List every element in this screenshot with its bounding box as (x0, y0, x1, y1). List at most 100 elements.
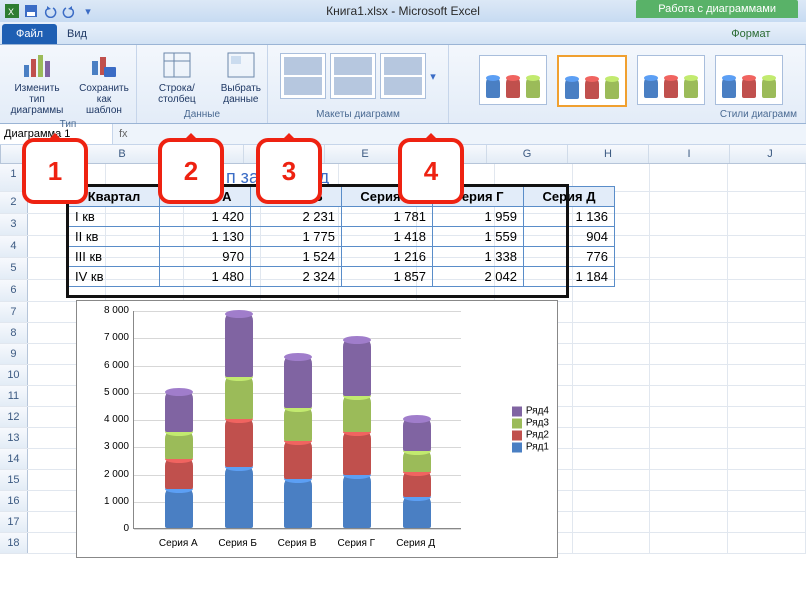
cell[interactable] (728, 407, 806, 427)
cell[interactable] (650, 449, 728, 469)
embedded-chart[interactable]: 01 0002 0003 0004 0005 0006 0007 0008 00… (76, 300, 558, 558)
row-header[interactable]: 17 (0, 512, 28, 532)
cell[interactable] (650, 236, 728, 257)
cell[interactable] (728, 280, 806, 301)
cell[interactable] (728, 164, 806, 191)
cell[interactable] (728, 491, 806, 511)
cell[interactable] (650, 470, 728, 490)
layout-thumb-2[interactable] (330, 53, 376, 99)
column-header[interactable]: G (487, 145, 568, 163)
cell[interactable] (728, 214, 806, 235)
row-header[interactable]: 11 (0, 386, 28, 406)
row-header[interactable]: 7 (0, 302, 28, 322)
cell[interactable] (650, 533, 728, 553)
save-icon[interactable] (23, 3, 39, 19)
save-as-template-button[interactable]: Сохранить как шаблон (76, 47, 132, 118)
cell[interactable] (728, 365, 806, 385)
style-thumb-1[interactable] (479, 55, 547, 105)
cell[interactable] (650, 491, 728, 511)
style-thumb-3[interactable] (637, 55, 705, 105)
tab-Формат[interactable]: Формат (721, 24, 806, 44)
cell[interactable] (573, 449, 651, 469)
cell[interactable] (728, 192, 806, 213)
data-table[interactable]: КварталСерия АСерия БСерия ВСерия ГСерия… (68, 186, 615, 287)
select-data-button[interactable]: Выбрать данные (219, 47, 263, 107)
cell[interactable] (728, 258, 806, 279)
y-tick-label: 1 000 (91, 496, 129, 507)
row-header[interactable]: 4 (0, 236, 28, 257)
redo-icon[interactable] (61, 3, 77, 19)
row-header[interactable]: 8 (0, 323, 28, 343)
cell[interactable] (573, 470, 651, 490)
row-header[interactable]: 13 (0, 428, 28, 448)
row-header[interactable]: 15 (0, 470, 28, 490)
cell[interactable] (650, 214, 728, 235)
cell[interactable] (728, 302, 806, 322)
bar-segment (284, 479, 312, 528)
cell[interactable] (650, 164, 728, 191)
layout-thumb-1[interactable] (280, 53, 326, 99)
cell[interactable] (573, 365, 651, 385)
cell[interactable] (650, 428, 728, 448)
cell[interactable] (573, 386, 651, 406)
column-header[interactable]: E (325, 145, 406, 163)
column-header[interactable]: H (568, 145, 649, 163)
quick-access-toolbar: X ▾ (0, 3, 96, 19)
cell[interactable] (650, 280, 728, 301)
cell[interactable] (728, 470, 806, 490)
cell[interactable] (650, 344, 728, 364)
cell[interactable] (728, 386, 806, 406)
cell[interactable] (728, 344, 806, 364)
row-header[interactable]: 6 (0, 280, 28, 301)
cell[interactable] (573, 491, 651, 511)
style-thumb-4[interactable] (715, 55, 783, 105)
row-header[interactable]: 10 (0, 365, 28, 385)
cell[interactable] (728, 449, 806, 469)
cell[interactable] (573, 407, 651, 427)
y-tick-label: 7 000 (91, 332, 129, 343)
table-cell: 1 418 (342, 227, 433, 247)
cell[interactable] (650, 258, 728, 279)
cell[interactable] (650, 365, 728, 385)
worksheet[interactable]: ABCDEFGHIJ 123456789101112131415161718 ы… (0, 145, 806, 554)
bar-segment (403, 419, 431, 451)
column-header[interactable]: J (730, 145, 806, 163)
save-template-icon (88, 49, 120, 81)
cell[interactable] (650, 192, 728, 213)
cell[interactable] (573, 533, 651, 553)
tab-file[interactable]: Файл (2, 24, 57, 44)
row-header[interactable]: 14 (0, 449, 28, 469)
column-header[interactable]: B (82, 145, 163, 163)
switch-row-column-button[interactable]: Строка/столбец (141, 47, 213, 107)
cell[interactable] (573, 512, 651, 532)
cell[interactable] (650, 512, 728, 532)
column-header[interactable]: I (649, 145, 730, 163)
cell[interactable] (573, 323, 651, 343)
cell[interactable] (650, 323, 728, 343)
cell[interactable] (573, 428, 651, 448)
svg-text:X: X (8, 7, 14, 17)
layout-thumb-3[interactable] (380, 53, 426, 99)
cell[interactable] (728, 533, 806, 553)
cell[interactable] (573, 302, 651, 322)
cell[interactable] (650, 302, 728, 322)
change-chart-type-button[interactable]: Изменить тип диаграммы (4, 47, 70, 118)
row-header[interactable]: 5 (0, 258, 28, 279)
tab-Вид[interactable]: Вид (57, 24, 177, 44)
qat-dropdown-icon[interactable]: ▾ (80, 3, 96, 19)
cell[interactable] (573, 344, 651, 364)
undo-icon[interactable] (42, 3, 58, 19)
row-header[interactable]: 12 (0, 407, 28, 427)
cell[interactable] (728, 236, 806, 257)
cell[interactable] (728, 512, 806, 532)
row-header[interactable]: 16 (0, 491, 28, 511)
row-header[interactable]: 18 (0, 533, 28, 553)
cell[interactable] (650, 407, 728, 427)
cell[interactable] (728, 323, 806, 343)
cell[interactable] (728, 428, 806, 448)
row-header[interactable]: 3 (0, 214, 28, 235)
layouts-more-icon[interactable]: ▾ (430, 70, 436, 83)
style-thumb-2[interactable] (557, 55, 627, 107)
cell[interactable] (650, 386, 728, 406)
row-header[interactable]: 9 (0, 344, 28, 364)
